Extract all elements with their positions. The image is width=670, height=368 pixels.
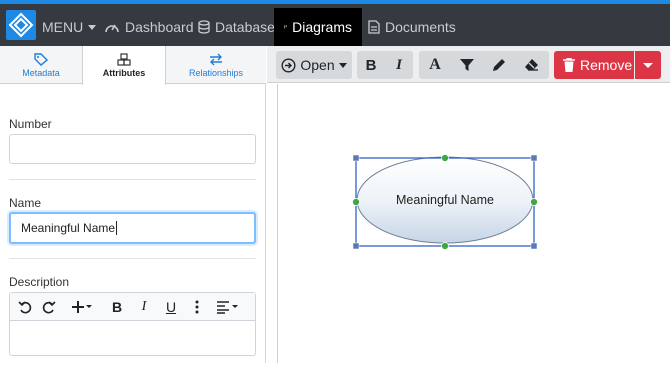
corner-handle[interactable] bbox=[530, 154, 538, 162]
editor-bold-button[interactable]: B bbox=[107, 293, 127, 321]
editor-underline-button[interactable]: U bbox=[161, 293, 181, 321]
description-label: Description bbox=[9, 275, 70, 289]
corner-handle[interactable] bbox=[352, 242, 360, 250]
name-input-value: Meaningful Name bbox=[21, 221, 116, 235]
corner-handle[interactable] bbox=[530, 242, 538, 250]
nav-documents[interactable]: Documents bbox=[368, 8, 456, 46]
nav-database-label: Database bbox=[215, 19, 275, 35]
open-label: Open bbox=[300, 57, 335, 73]
cubes-icon bbox=[117, 53, 131, 66]
corner-handle[interactable] bbox=[352, 154, 360, 162]
open-dropdown-button[interactable]: Open bbox=[276, 51, 352, 79]
text-cursor bbox=[116, 221, 118, 235]
caret-down-icon bbox=[338, 63, 347, 68]
plus-icon bbox=[72, 301, 92, 313]
trash-icon bbox=[563, 58, 575, 72]
arrow-circle-right-icon bbox=[281, 57, 296, 73]
exchange-arrows-icon bbox=[210, 53, 222, 65]
field-divider bbox=[9, 179, 256, 180]
nav-documents-label: Documents bbox=[385, 19, 456, 35]
tab-attributes-label: Attributes bbox=[102, 68, 146, 78]
eraser-icon bbox=[524, 59, 538, 71]
nav-diagrams-label: Diagrams bbox=[292, 19, 352, 35]
connection-point[interactable] bbox=[352, 198, 360, 206]
caret-down-icon bbox=[643, 63, 653, 68]
menu-label: MENU bbox=[42, 19, 84, 35]
vertical-dots-icon bbox=[195, 300, 199, 314]
connection-point[interactable] bbox=[530, 198, 538, 206]
tab-metadata-label: Metadata bbox=[22, 67, 60, 78]
number-input[interactable] bbox=[9, 134, 256, 164]
align-left-icon bbox=[217, 301, 238, 314]
pencil-icon bbox=[493, 59, 505, 71]
redo-button[interactable] bbox=[38, 293, 60, 321]
properties-panel: Metadata Attributes Relationships Number… bbox=[0, 46, 266, 363]
tab-attributes[interactable]: Attributes bbox=[82, 46, 166, 85]
database-icon bbox=[198, 20, 210, 34]
open-button-content: Open bbox=[276, 51, 352, 79]
editor-italic-button[interactable]: I bbox=[134, 293, 154, 321]
number-label: Number bbox=[9, 117, 52, 131]
name-label: Name bbox=[9, 196, 42, 210]
entity-shape[interactable]: Meaningful Name bbox=[356, 156, 534, 244]
format-group: A bbox=[419, 51, 549, 79]
nav-diagrams[interactable]: Diagrams bbox=[274, 8, 362, 46]
more-options-button[interactable] bbox=[190, 293, 204, 321]
description-editor[interactable]: B I U bbox=[9, 292, 256, 356]
text-style-group: B I bbox=[357, 51, 413, 79]
nav-database[interactable]: Database bbox=[198, 8, 275, 46]
filter-button[interactable] bbox=[453, 51, 481, 79]
nav-dashboard-label: Dashboard bbox=[125, 19, 194, 35]
top-navbar: MENU Dashboard Database Diagrams Documen… bbox=[0, 0, 670, 46]
insert-dropdown[interactable] bbox=[67, 293, 97, 321]
redo-icon bbox=[42, 301, 56, 314]
bold-button[interactable]: B bbox=[357, 51, 385, 79]
italic-button[interactable]: I bbox=[385, 51, 413, 79]
diagram-workspace: Open B I A Remove Meaningful Name bbox=[267, 46, 670, 363]
editor-toolbar: B I U bbox=[10, 293, 255, 321]
dashboard-gauge-icon bbox=[105, 24, 119, 33]
remove-dropdown-toggle[interactable] bbox=[635, 51, 661, 79]
font-button[interactable]: A bbox=[421, 51, 449, 79]
align-dropdown[interactable] bbox=[213, 293, 243, 321]
field-divider bbox=[9, 258, 256, 259]
tab-relationships[interactable]: Relationships bbox=[166, 46, 266, 84]
remove-button[interactable]: Remove bbox=[554, 51, 634, 79]
tab-metadata[interactable]: Metadata bbox=[0, 46, 82, 84]
menu-dropdown[interactable]: MENU bbox=[42, 8, 102, 46]
undo-icon bbox=[18, 301, 32, 314]
pencil-button[interactable] bbox=[485, 51, 513, 79]
diagram-canvas[interactable]: Meaningful Name bbox=[277, 84, 670, 363]
diagram-svg: Meaningful Name bbox=[352, 154, 538, 250]
connection-point[interactable] bbox=[441, 154, 449, 162]
document-icon bbox=[368, 20, 380, 34]
tab-relationships-label: Relationships bbox=[188, 67, 244, 78]
filter-icon bbox=[460, 59, 474, 71]
connection-point[interactable] bbox=[441, 242, 449, 250]
undo-button[interactable] bbox=[14, 293, 36, 321]
app-logo[interactable] bbox=[6, 10, 36, 40]
nav-dashboard[interactable]: Dashboard bbox=[104, 8, 194, 46]
diagram-icon bbox=[284, 25, 288, 29]
entity-label: Meaningful Name bbox=[396, 193, 494, 207]
tag-icon bbox=[34, 52, 48, 66]
diamond-logo-icon bbox=[8, 12, 34, 38]
diagram-toolbar: Open B I A Remove bbox=[267, 46, 670, 83]
caret-down-icon bbox=[88, 25, 97, 30]
panel-tabs: Metadata Attributes Relationships bbox=[0, 46, 266, 85]
eraser-button[interactable] bbox=[517, 51, 545, 79]
name-input[interactable]: Meaningful Name bbox=[9, 212, 256, 244]
remove-label: Remove bbox=[580, 57, 633, 73]
